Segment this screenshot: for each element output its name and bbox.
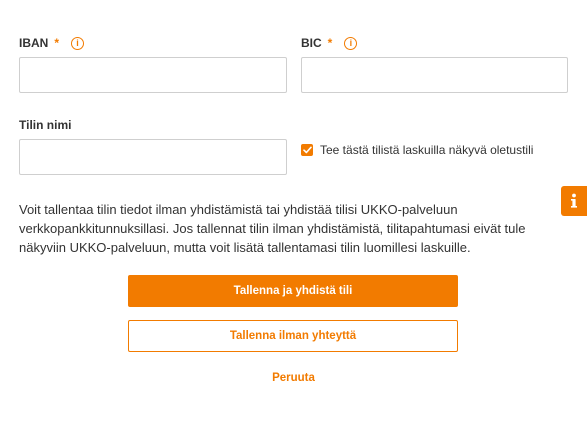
bic-label-text: BIC [301, 36, 322, 50]
iban-required-mark: * [54, 36, 60, 50]
iban-label-text: IBAN [19, 36, 49, 50]
bic-required-mark: * [327, 36, 333, 50]
account-name-label: Tilin nimi [19, 118, 71, 132]
default-account-checkbox-label: Tee tästä tilistä laskuilla näkyvä oletu… [320, 143, 534, 157]
iban-input[interactable] [19, 57, 287, 93]
side-info-tab[interactable] [561, 186, 587, 216]
connection-description: Voit tallentaa tilin tiedot ilman yhdist… [19, 202, 526, 255]
account-name-label-text: Tilin nimi [19, 118, 72, 132]
account-name-input[interactable] [19, 139, 287, 175]
bic-info-icon[interactable]: i [344, 36, 358, 50]
default-account-checkbox-row[interactable]: Tee tästä tilistä laskuilla näkyvä oletu… [301, 143, 533, 157]
iban-info-icon[interactable]: i [71, 36, 85, 50]
add-bank-account-form: IBAN * i BIC * i Tilin nimi Tee tästä ti… [0, 0, 587, 422]
save-without-connection-button[interactable]: Tallenna ilman yhteyttä [128, 320, 458, 352]
bic-input[interactable] [301, 57, 568, 93]
default-account-checkbox[interactable] [301, 144, 313, 156]
checkmark-icon [302, 146, 312, 154]
info-icon [571, 193, 577, 208]
cancel-link[interactable]: Peruuta [0, 372, 587, 384]
save-and-connect-button[interactable]: Tallenna ja yhdistä tili [128, 275, 458, 307]
bic-label: BIC * i [301, 36, 358, 50]
iban-label: IBAN * i [19, 36, 85, 50]
